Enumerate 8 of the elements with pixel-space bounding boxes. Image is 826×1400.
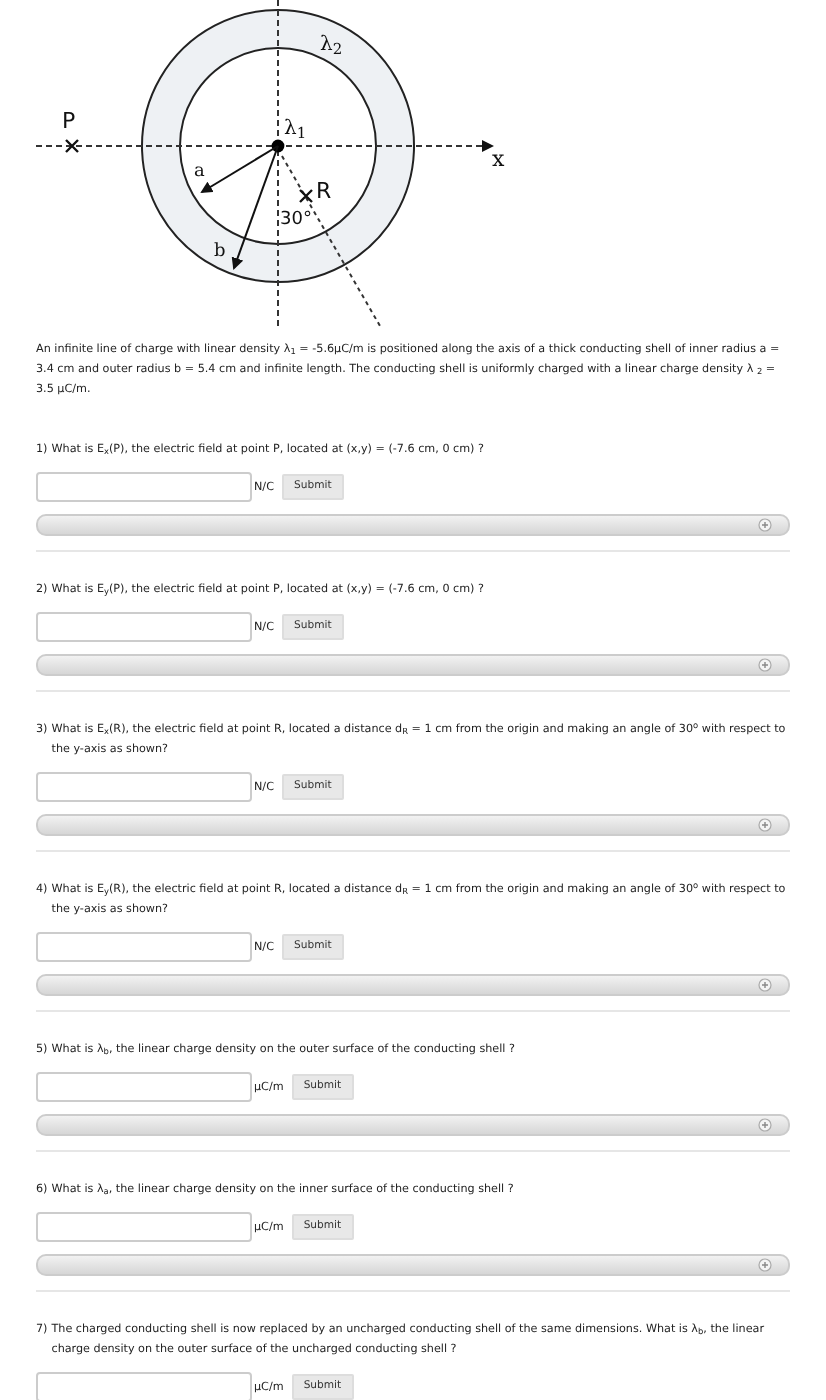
- diagram-label: 30°: [280, 210, 312, 230]
- diagram-label: R: [316, 178, 332, 204]
- diagram-label: x: [492, 146, 505, 172]
- diagram-label: λ$_{1}$: [284, 118, 307, 140]
- diagram-label: P: [62, 108, 76, 134]
- diagram-label: λ$_{2}$: [320, 34, 343, 56]
- diagram-label: b: [214, 242, 226, 262]
- diagram-label: a: [194, 162, 205, 182]
